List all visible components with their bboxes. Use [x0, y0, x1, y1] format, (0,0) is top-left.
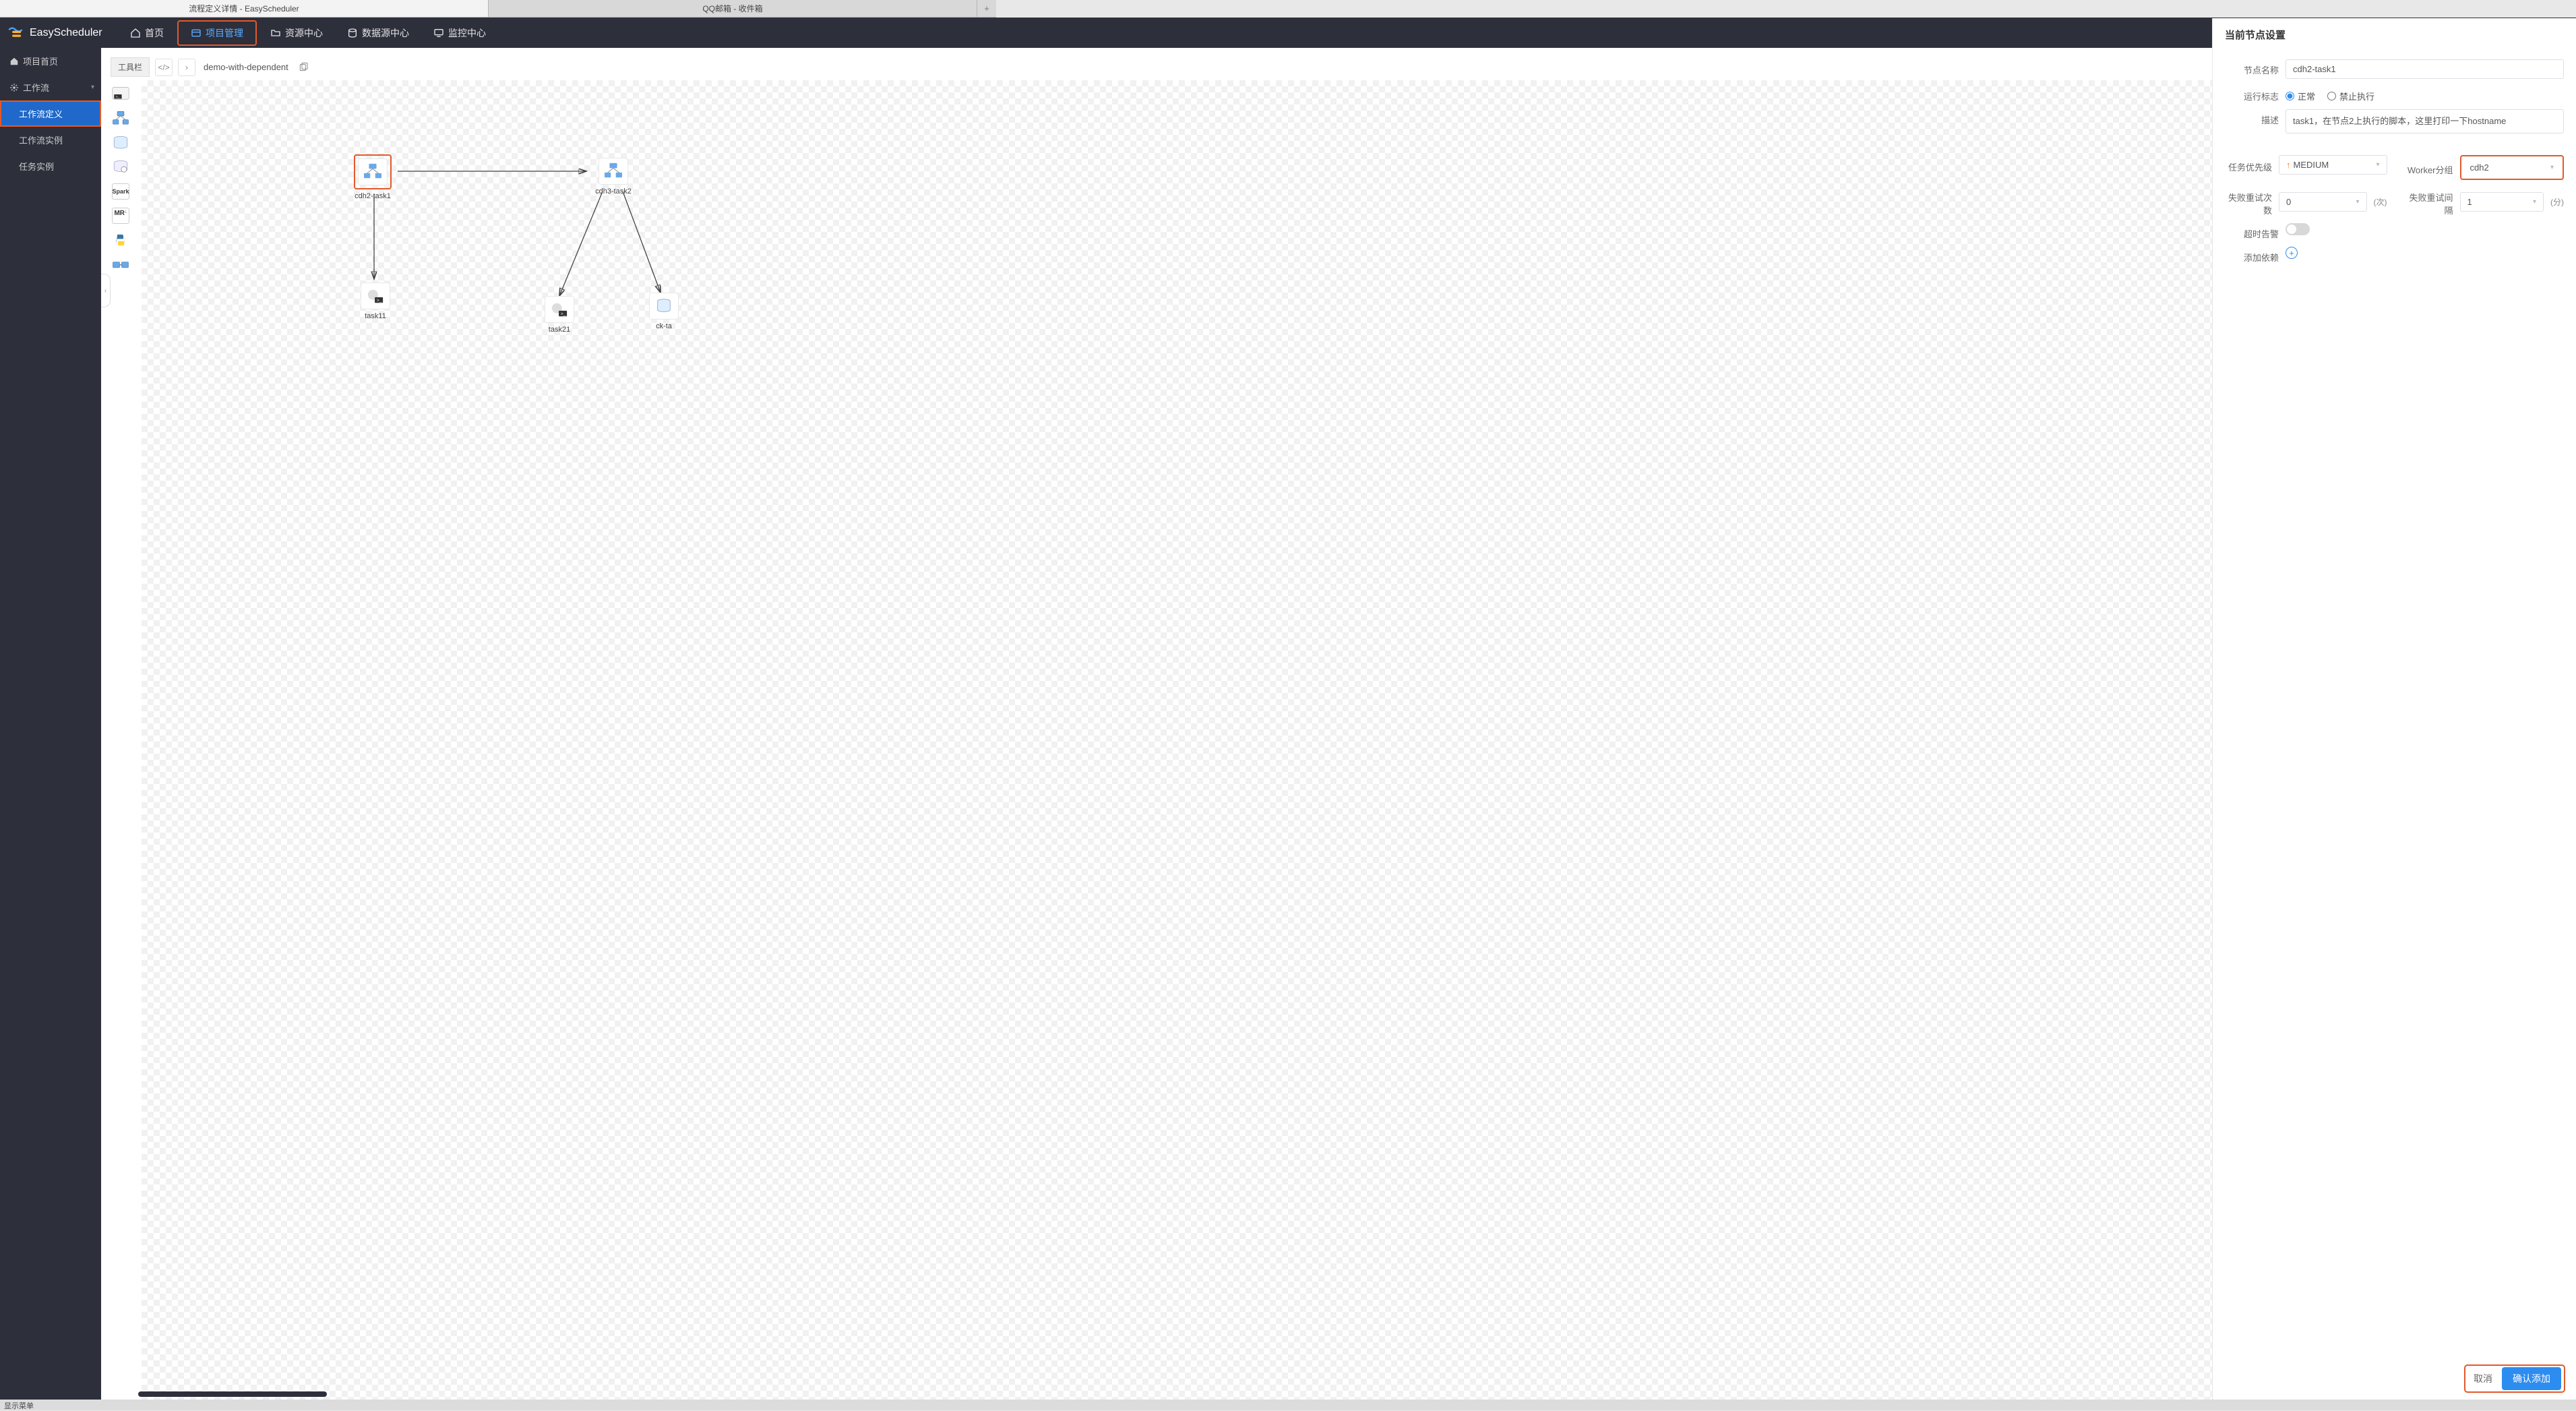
node-task11[interactable]: >_ task11: [348, 282, 402, 320]
nav-home[interactable]: 首页: [118, 18, 176, 48]
gear-icon: [9, 83, 19, 92]
node-cdh2-task1[interactable]: cdh2-task1: [346, 154, 400, 200]
btn-confirm-add[interactable]: 确认添加: [2502, 1367, 2561, 1390]
canvas-toolbar: 工具栏 </> › demo-with-dependent: [111, 57, 309, 77]
task-palette: >_ Spark MR↓: [111, 85, 131, 274]
brand: EasyScheduler: [7, 24, 118, 42]
svg-text:>_: >_: [377, 298, 382, 303]
label-interval: 失败重试间隔: [2402, 187, 2453, 216]
textarea-desc[interactable]: task1，在节点2上执行的脚本，这里打印一下hostname: [2286, 109, 2564, 133]
nav-datasource[interactable]: 数据源中心: [335, 18, 421, 48]
sidebar-workflow-def[interactable]: 工作流定义: [0, 100, 101, 127]
canvas-edges: [142, 80, 2212, 1400]
tab-qqmail[interactable]: QQ邮箱 - 收件箱: [489, 0, 977, 17]
btn-cancel[interactable]: 取消: [2471, 1368, 2495, 1389]
select-retry-interval[interactable]: 1▾: [2460, 192, 2544, 212]
palette-shell[interactable]: >_: [111, 85, 131, 104]
workflow-name: demo-with-dependent: [204, 62, 288, 72]
select-retry-count[interactable]: 0▾: [2279, 192, 2367, 212]
svg-text:>_: >_: [116, 95, 120, 99]
palette-dependent[interactable]: [111, 255, 131, 274]
label-priority: 任务优先级: [2225, 156, 2272, 173]
radio-normal[interactable]: 正常: [2286, 90, 2315, 102]
monitor-icon: [433, 28, 444, 38]
palette-subprocess[interactable]: [111, 109, 131, 128]
label-timeout: 超时告警: [2225, 223, 2279, 240]
node-cdh3-task2[interactable]: cdh3-task2: [586, 158, 640, 196]
sidebar-collapse-handle[interactable]: ‹: [101, 274, 111, 307]
unit-retry: (次): [2374, 196, 2387, 208]
label-node-name: 节点名称: [2225, 59, 2279, 76]
home-icon: [130, 28, 141, 38]
select-worker-group[interactable]: cdh2▾: [2463, 158, 2561, 177]
label-runflag: 运行标志: [2225, 86, 2279, 102]
sidebar-project-home[interactable]: 项目首页: [0, 48, 101, 74]
drawer-footer: 取消 确认添加: [2464, 1364, 2565, 1393]
folder-icon: [270, 28, 281, 38]
nav-project[interactable]: 项目管理: [177, 20, 257, 46]
node-ck-task[interactable]: ck-ta: [637, 293, 691, 330]
btn-add-dependency[interactable]: +: [2286, 247, 2298, 259]
label-desc: 描述: [2225, 109, 2279, 126]
nav-resource[interactable]: 资源中心: [258, 18, 335, 48]
main-area: 工具栏 </> › demo-with-dependent >_ Spark M…: [101, 48, 2212, 1400]
sidebar: 项目首页 工作流 ▾ 工作流定义 工作流实例 任务实例: [0, 48, 101, 1400]
project-icon: [191, 28, 202, 38]
palette-mr[interactable]: MR↓: [111, 206, 131, 225]
home-icon: [9, 57, 19, 66]
node-settings-drawer: 当前节点设置 节点名称 运行标志 正常 禁止执行 描述 task1，在节点2上执…: [2212, 18, 2576, 1400]
tab-new[interactable]: +: [977, 0, 996, 17]
chevron-down-icon: ▾: [91, 84, 94, 91]
palette-procedure[interactable]: [111, 158, 131, 177]
radio-forbid[interactable]: 禁止执行: [2327, 90, 2374, 102]
status-bar: 显示菜单: [0, 1400, 2576, 1410]
label-retry: 失败重试次数: [2225, 187, 2272, 216]
svg-text:>_: >_: [561, 311, 566, 316]
toolbar-label: 工具栏: [111, 57, 150, 77]
palette-python[interactable]: [111, 231, 131, 249]
browser-tabbar: 流程定义详情 - EasyScheduler QQ邮箱 - 收件箱 +: [0, 0, 996, 18]
toolbar-code-btn[interactable]: </>: [155, 59, 173, 76]
palette-sql[interactable]: [111, 133, 131, 152]
label-adddep: 添加依赖: [2225, 247, 2279, 264]
top-nav: EasyScheduler 首页 项目管理 资源中心 数据源中心 监控中心: [0, 18, 2576, 48]
palette-spark[interactable]: Spark: [111, 182, 131, 201]
toolbar-forward-btn[interactable]: ›: [178, 59, 195, 76]
horizontal-scrollbar[interactable]: [138, 1391, 327, 1397]
toggle-timeout-alarm[interactable]: [2286, 223, 2310, 235]
unit-interval: (分): [2550, 196, 2564, 208]
input-node-name[interactable]: [2286, 59, 2564, 79]
label-worker: Worker分组: [2402, 159, 2453, 176]
tab-easyscheduler[interactable]: 流程定义详情 - EasyScheduler: [0, 0, 489, 17]
drawer-title: 当前节点设置: [2213, 18, 2576, 49]
sidebar-workflow-inst[interactable]: 工作流实例: [0, 127, 101, 153]
select-priority[interactable]: ↑MEDIUM▾: [2279, 155, 2387, 175]
workflow-canvas[interactable]: cdh2-task1 cdh3-task2 >_ task11 >_ task2…: [142, 80, 2212, 1400]
sidebar-workflow[interactable]: 工作流 ▾: [0, 74, 101, 100]
node-task21[interactable]: >_ task21: [532, 296, 586, 334]
database-icon: [347, 28, 358, 38]
logo-icon: [7, 24, 24, 42]
sidebar-task-inst[interactable]: 任务实例: [0, 153, 101, 179]
copy-icon[interactable]: [298, 62, 309, 73]
nav-monitor[interactable]: 监控中心: [421, 18, 498, 48]
